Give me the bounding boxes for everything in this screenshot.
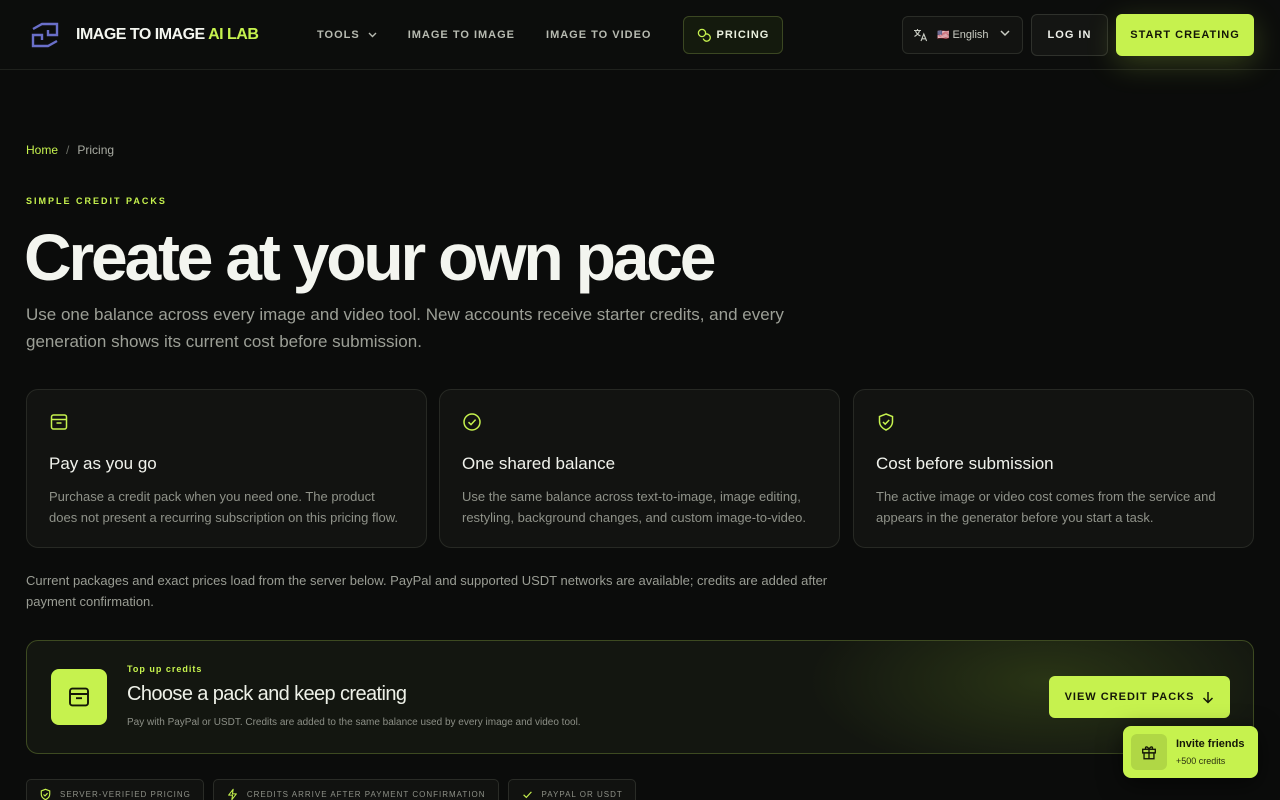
archive-box-icon bbox=[50, 414, 68, 430]
breadcrumb: Home / Pricing bbox=[26, 143, 114, 157]
pricing-note: Current packages and exact prices load f… bbox=[26, 573, 828, 609]
shield-check-icon bbox=[878, 413, 894, 431]
nav-pricing-label: PRICING bbox=[716, 29, 770, 41]
chevron-down-icon bbox=[368, 32, 377, 38]
view-credit-packs-label: VIEW CREDIT PACKS bbox=[1064, 691, 1195, 703]
nav-tools-label: TOOLS bbox=[317, 29, 360, 41]
flag-icon: 🇺🇸 bbox=[937, 29, 950, 41]
feature-text: Use the same balance across text-to-imag… bbox=[462, 489, 806, 525]
feature-card-pay-as-you-go: Pay as you go Purchase a credit pack whe… bbox=[26, 389, 427, 548]
feature-title: Pay as you go bbox=[49, 454, 157, 473]
main-nav: TOOLS IMAGE TO IMAGE IMAGE TO VIDEO PRIC… bbox=[317, 0, 784, 70]
logo-icon bbox=[31, 22, 59, 48]
breadcrumb-current: Pricing bbox=[77, 143, 115, 157]
translate-icon bbox=[914, 29, 928, 42]
top-up-eyebrow: Top up credits bbox=[127, 664, 203, 674]
feature-card-cost-before-submission: Cost before submission The active image … bbox=[853, 389, 1254, 548]
feature-text: Purchase a credit pack when you need one… bbox=[49, 489, 399, 525]
login-button[interactable]: LOG IN bbox=[1031, 14, 1108, 56]
arrow-down-icon bbox=[1203, 691, 1214, 704]
language-label: English bbox=[952, 29, 989, 41]
invite-subtitle: +500 credits bbox=[1176, 756, 1226, 766]
nav-image-to-image[interactable]: IMAGE TO IMAGE bbox=[408, 29, 515, 41]
page-title: Create at your own pace bbox=[24, 220, 717, 294]
chevron-down-icon bbox=[1000, 30, 1010, 37]
feature-title: One shared balance bbox=[462, 454, 616, 473]
trust-pill: CREDITS ARRIVE AFTER PAYMENT CONFIRMATIO… bbox=[212, 779, 499, 800]
view-credit-packs-button[interactable]: VIEW CREDIT PACKS bbox=[1049, 676, 1230, 718]
feature-card-shared-balance: One shared balance Use the same balance … bbox=[439, 389, 840, 548]
archive-box-icon bbox=[51, 669, 107, 725]
check-icon bbox=[522, 791, 532, 798]
trust-pill-label: PAYPAL OR USDT bbox=[541, 789, 623, 799]
feature-text: The active image or video cost comes fro… bbox=[876, 489, 1216, 525]
invite-friends-button[interactable]: Invite friends +500 credits bbox=[1123, 726, 1258, 778]
trust-pill-label: CREDITS ARRIVE AFTER PAYMENT CONFIRMATIO… bbox=[246, 789, 486, 799]
top-up-banner: Top up credits Choose a pack and keep cr… bbox=[26, 640, 1254, 754]
nav-tools[interactable]: TOOLS bbox=[317, 29, 377, 41]
top-up-title: Choose a pack and keep creating bbox=[127, 683, 407, 705]
nav-image-to-video[interactable]: IMAGE TO VIDEO bbox=[546, 29, 651, 41]
breadcrumb-home-link[interactable]: Home bbox=[26, 143, 58, 157]
logo-text: IMAGE TO IMAGE AI LAB bbox=[76, 26, 259, 43]
check-circle-icon bbox=[463, 413, 481, 431]
breadcrumb-separator: / bbox=[66, 143, 70, 157]
trust-pill-label: SERVER-VERIFIED PRICING bbox=[60, 789, 191, 799]
lightning-icon bbox=[227, 788, 237, 800]
shield-check-icon bbox=[40, 788, 51, 800]
top-up-subtitle: Pay with PayPal or USDT. Credits are add… bbox=[127, 717, 581, 728]
trust-pills: SERVER-VERIFIED PRICING CREDITS ARRIVE A… bbox=[26, 779, 645, 800]
hero-subtitle: Use one balance across every image and v… bbox=[26, 305, 784, 351]
start-creating-button[interactable]: START CREATING bbox=[1116, 14, 1254, 56]
trust-pill: PAYPAL OR USDT bbox=[507, 779, 636, 800]
site-logo[interactable]: IMAGE TO IMAGE AI LAB bbox=[30, 21, 259, 49]
invite-title: Invite friends bbox=[1176, 738, 1245, 750]
top-navigation-bar: IMAGE TO IMAGE AI LAB TOOLS IMAGE TO IMA… bbox=[0, 0, 1280, 70]
feature-title: Cost before submission bbox=[876, 454, 1054, 473]
trust-pill: SERVER-VERIFIED PRICING bbox=[26, 779, 204, 800]
language-selector[interactable]: 🇺🇸 English bbox=[902, 16, 1023, 54]
hero-eyebrow: SIMPLE CREDIT PACKS bbox=[26, 196, 167, 206]
gift-icon bbox=[1131, 734, 1167, 770]
coins-icon bbox=[697, 28, 711, 42]
nav-pricing[interactable]: PRICING bbox=[682, 16, 784, 54]
